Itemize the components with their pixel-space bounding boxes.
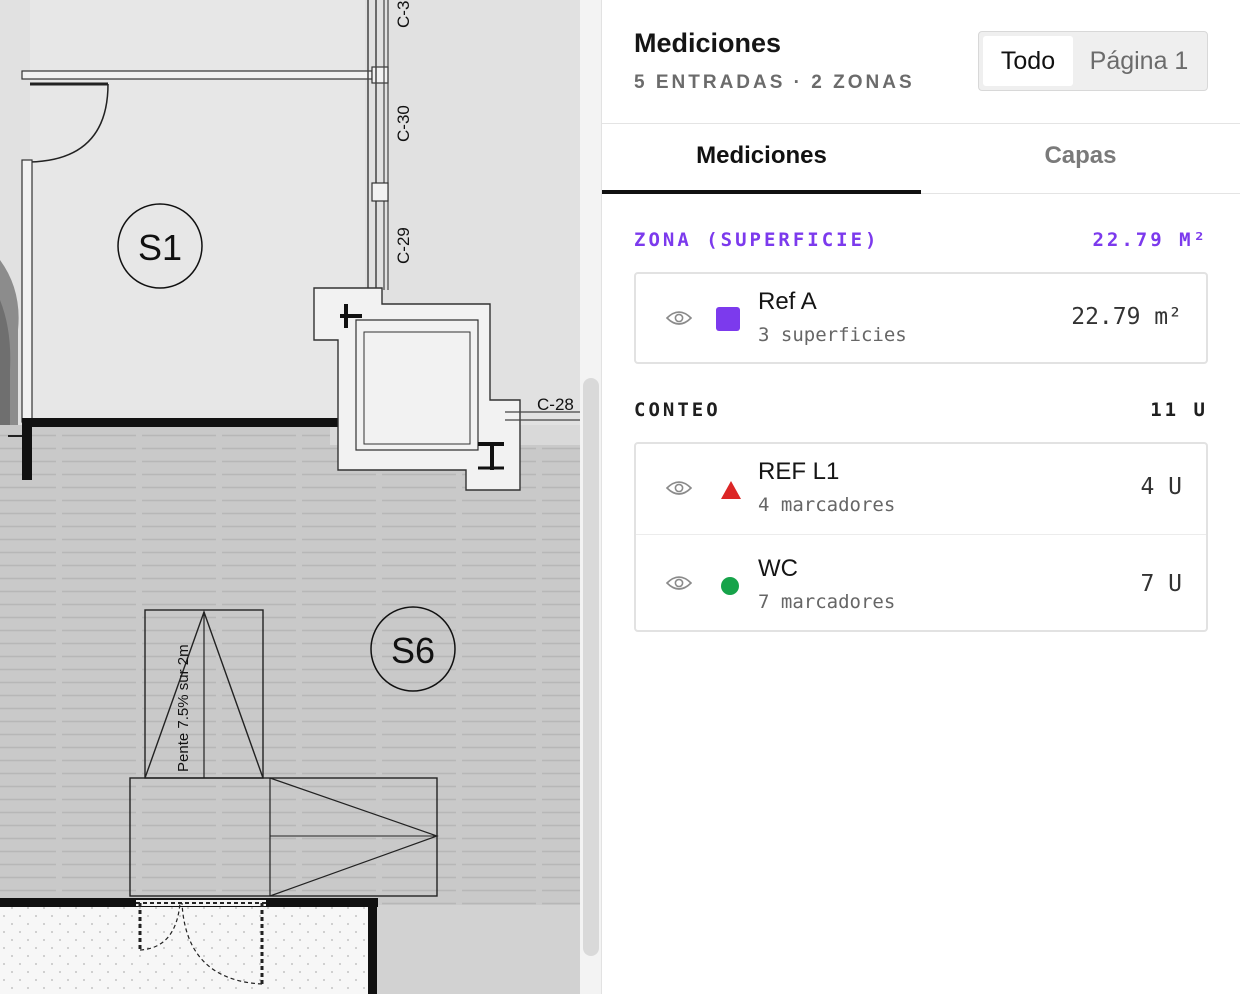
space-label-s1: S1 <box>138 227 182 268</box>
grid-label-c3: C-3 <box>394 1 413 28</box>
measurement-sub: 4 marcadores <box>758 494 896 516</box>
panel-header: Mediciones 5 ENTRADAS · 2 ZONAS Todo Pág… <box>602 0 1240 124</box>
grid-label-c28: C-28 <box>537 395 574 414</box>
circle-marker-icon <box>721 577 739 595</box>
measurements-panel: Mediciones 5 ENTRADAS · 2 ZONAS Todo Pág… <box>602 0 1240 994</box>
measurement-name: WC <box>758 555 798 582</box>
scope-toggle: Todo Página 1 <box>978 31 1208 91</box>
floor-plan-drawing: C-3 C-30 C-29 C-28 S1 S6 Pente 7.5% sur … <box>0 0 580 994</box>
space-label-s6: S6 <box>391 630 435 671</box>
eye-icon[interactable] <box>666 478 692 498</box>
panel-title: Mediciones <box>634 28 782 58</box>
zona-section-total: 22.79 M² <box>1092 229 1208 251</box>
panel-tabs: Mediciones Capas <box>602 124 1240 194</box>
drawing-canvas[interactable]: C-3 C-30 C-29 C-28 S1 S6 Pente 7.5% sur … <box>0 0 580 994</box>
conteo-section-total: 11 U <box>1150 399 1208 421</box>
zona-section-label: ZONA (SUPERFICIE) <box>634 229 880 251</box>
measurement-sub: 7 marcadores <box>758 591 896 613</box>
ramp-slope-label: Pente 7.5% sur 2m <box>175 644 192 772</box>
measurement-value: 4 U <box>1140 474 1182 500</box>
measurement-row-ref-l1[interactable]: REF L1 4 marcadores 4 U <box>636 444 1206 534</box>
measurement-name: Ref A <box>758 288 817 315</box>
measurement-sub: 3 superficies <box>758 324 907 346</box>
panel-subtitle: 5 ENTRADAS · 2 ZONAS <box>634 72 915 93</box>
measurement-value: 22.79 m² <box>1071 304 1182 330</box>
grid-label-c29: C-29 <box>394 227 413 264</box>
tab-measurements[interactable]: Mediciones <box>602 124 921 194</box>
zona-section-header: ZONA (SUPERFICIE) 22.79 M² <box>634 229 1208 255</box>
conteo-section-header: CONTEO 11 U <box>634 399 1208 425</box>
eye-icon[interactable] <box>666 308 692 328</box>
conteo-section-label: CONTEO <box>634 399 721 421</box>
eye-icon[interactable] <box>666 573 692 593</box>
zona-card: Ref A 3 superficies 22.79 m² <box>634 272 1208 364</box>
tab-layers[interactable]: Capas <box>921 124 1240 194</box>
measurement-row-ref-a[interactable]: Ref A 3 superficies 22.79 m² <box>636 274 1206 364</box>
triangle-marker-icon <box>721 481 741 499</box>
measurement-row-wc[interactable]: WC 7 marcadores 7 U <box>636 534 1206 630</box>
scope-all-button[interactable]: Todo <box>983 36 1073 86</box>
canvas-scrollbar-thumb[interactable] <box>583 378 599 956</box>
grid-label-c30: C-30 <box>394 105 413 142</box>
measurement-name: REF L1 <box>758 458 840 485</box>
conteo-card: REF L1 4 marcadores 4 U WC 7 marcadores … <box>634 442 1208 632</box>
square-swatch-icon <box>716 307 740 331</box>
measurement-value: 7 U <box>1140 571 1182 597</box>
scope-page-button[interactable]: Página 1 <box>1075 36 1203 86</box>
